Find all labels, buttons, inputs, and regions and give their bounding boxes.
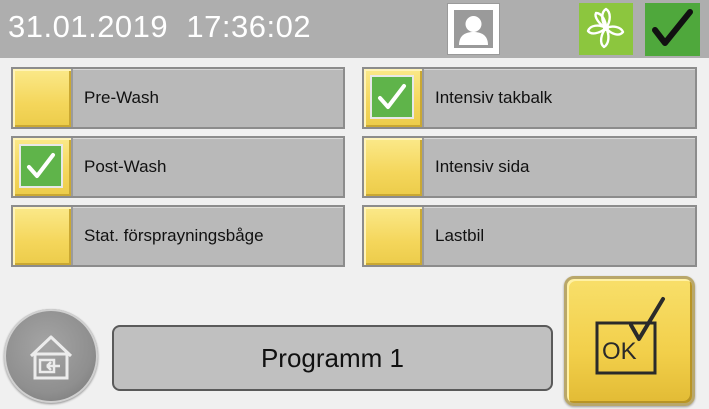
option-post-wash[interactable]: Post-Wash	[11, 136, 345, 198]
option-label: Pre-Wash	[84, 88, 159, 107]
option-label: Lastbil	[435, 226, 485, 245]
checkmark-icon	[27, 153, 55, 178]
home-icon	[29, 335, 73, 380]
flower-logo-icon	[586, 7, 625, 49]
option-label: Intensiv sida	[435, 157, 530, 176]
user-button[interactable]	[447, 3, 500, 55]
program-display[interactable]: Programm 1	[112, 325, 553, 391]
checkbox-checked	[370, 75, 414, 119]
option-label: Intensiv takbalk	[435, 88, 553, 107]
ok-label: OK	[602, 338, 637, 365]
option-intensiv-sida[interactable]: Intensiv sida	[362, 136, 697, 198]
header-bar: 31.01.2019 17:36:02	[0, 0, 709, 58]
date-text: 31.01.2019	[8, 9, 169, 44]
checkbox[interactable]	[13, 207, 73, 265]
checkbox[interactable]	[364, 207, 424, 265]
option-label: Post-Wash	[84, 157, 167, 176]
option-label: Stat. försprayningsbåge	[84, 226, 264, 245]
checkbox[interactable]	[364, 138, 424, 196]
option-lastbil[interactable]: Lastbil	[362, 205, 697, 267]
logo-button[interactable]	[579, 3, 633, 55]
checkbox[interactable]	[13, 69, 73, 127]
home-button[interactable]	[4, 309, 98, 403]
option-stat-forspraying[interactable]: Stat. försprayningsbåge	[11, 205, 345, 267]
checkbox[interactable]	[13, 138, 73, 196]
user-icon	[454, 10, 493, 48]
option-pre-wash[interactable]: Pre-Wash	[11, 67, 345, 129]
datetime-display: 31.01.2019 17:36:02	[8, 9, 311, 45]
checkmark-icon	[652, 9, 693, 46]
status-indicator	[645, 3, 700, 56]
checkmark-icon	[378, 84, 406, 109]
ok-confirm-icon: OK	[595, 297, 665, 375]
ok-button[interactable]: OK	[564, 276, 695, 406]
option-intensiv-takbalk[interactable]: Intensiv takbalk	[362, 67, 697, 129]
checkbox-checked	[19, 144, 63, 188]
time-text: 17:36:02	[186, 9, 312, 44]
checkbox[interactable]	[364, 69, 424, 127]
